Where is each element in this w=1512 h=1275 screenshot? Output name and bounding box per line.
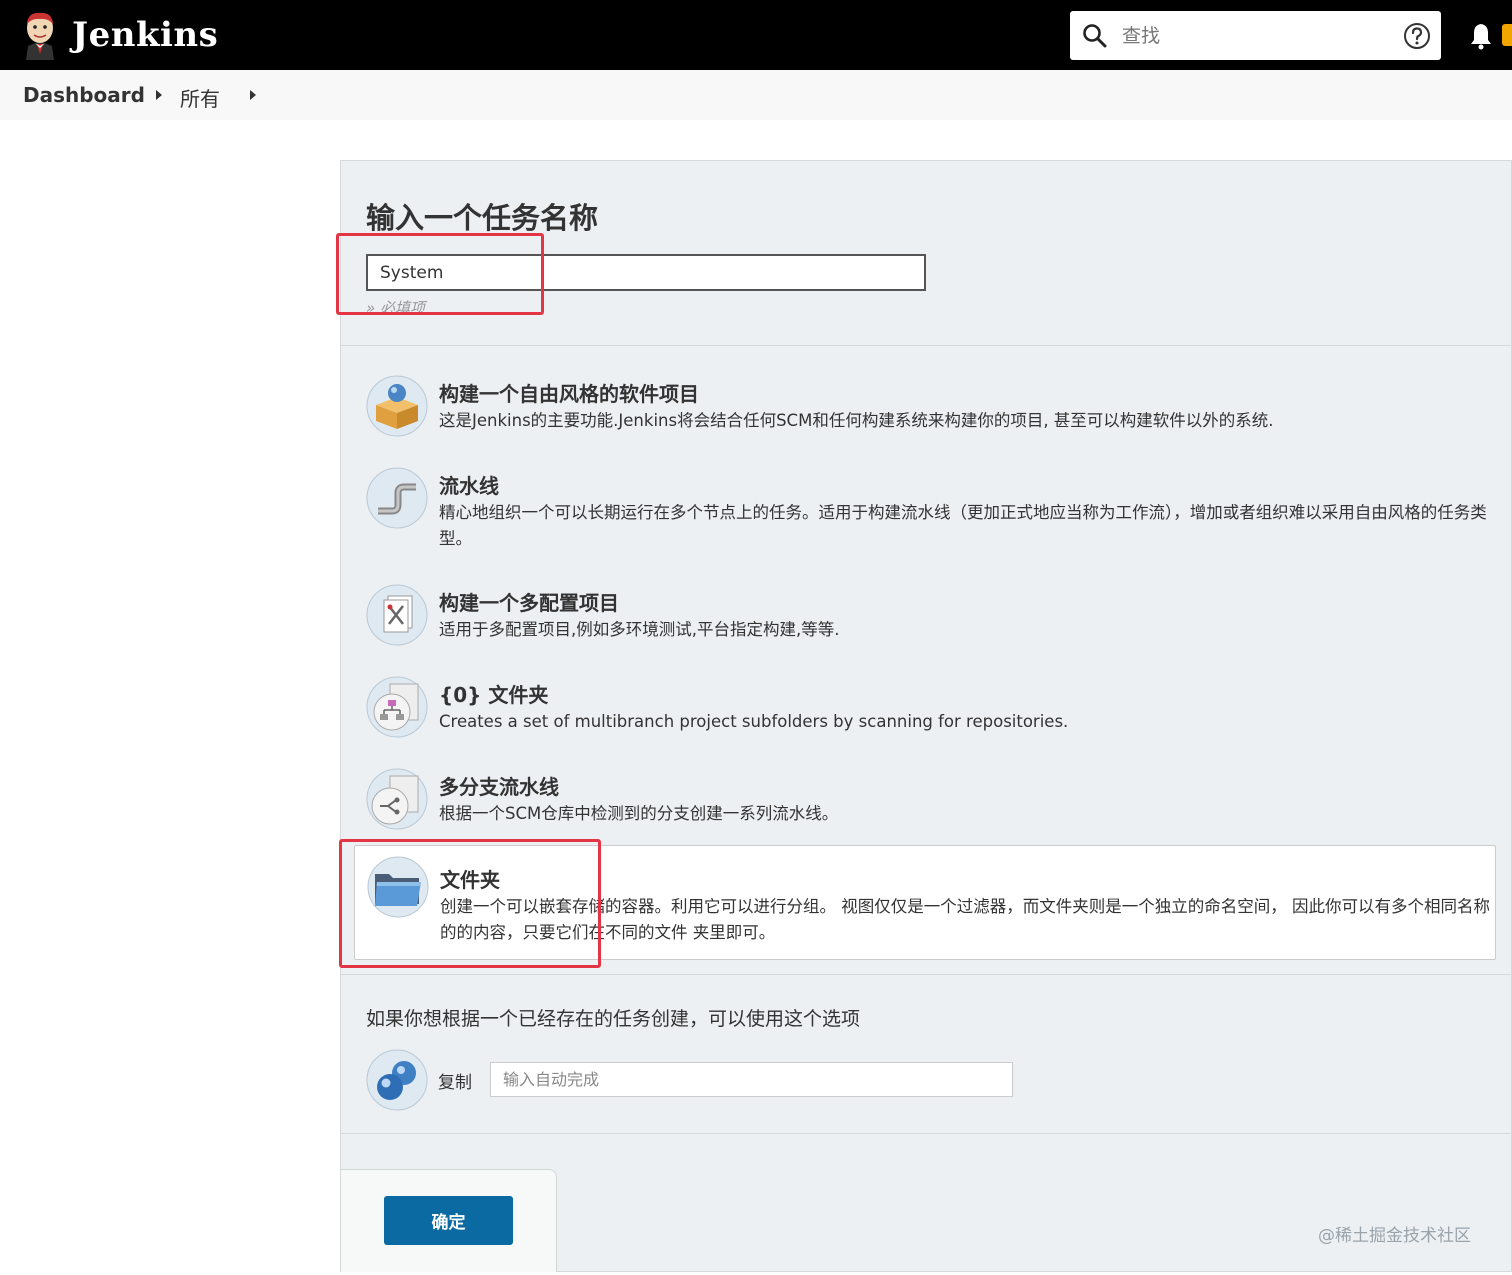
copy-label: 复制: [438, 1073, 472, 1093]
search-box: [1070, 11, 1441, 60]
highlight-annotation: [336, 233, 544, 315]
breadcrumb-dashboard[interactable]: Dashboard: [23, 83, 145, 107]
freestyle-package-icon: [366, 375, 428, 437]
pipeline-icon: [366, 467, 428, 529]
item-type-description: 精心地组织一个可以长期运行在多个节点上的任务。适用于构建流水线（更加正式地应当称…: [439, 503, 1487, 548]
copy-icon: [366, 1049, 428, 1111]
copy-from-input[interactable]: [490, 1062, 1013, 1097]
item-type-title: 流水线: [439, 474, 499, 498]
breadcrumb-all[interactable]: 所有: [180, 83, 220, 112]
notification-bell-icon[interactable]: [1468, 22, 1494, 50]
item-type-multi-config[interactable]: 构建一个多配置项目 适用于多配置项目,例如多环境测试,平台指定构建,等等.: [341, 581, 1512, 667]
breadcrumb-arrow-icon[interactable]: [156, 90, 162, 100]
breadcrumb: Dashboard 所有: [0, 70, 1512, 120]
top-bar: Jenkins: [0, 0, 1512, 70]
jenkins-logo-link[interactable]: Jenkins: [20, 10, 218, 60]
notification-badge[interactable]: [1502, 24, 1512, 46]
item-name-heading: 输入一个任务名称: [366, 201, 599, 235]
item-type-pipeline[interactable]: 流水线 精心地组织一个可以长期运行在多个节点上的任务。适用于构建流水线（更加正式…: [341, 464, 1512, 572]
item-type-organization-folder[interactable]: {0} 文件夹 Creates a set of multibranch pro…: [341, 673, 1512, 759]
item-type-description: 根据一个SCM仓库中检测到的分支创建一系列流水线。: [439, 804, 839, 823]
item-type-description: Creates a set of multibranch project sub…: [439, 712, 1069, 731]
search-icon: [1083, 24, 1107, 48]
ok-button[interactable]: 确定: [384, 1196, 513, 1245]
copy-heading: 如果你想根据一个已经存在的任务创建，可以使用这个选项: [366, 1008, 861, 1030]
item-type-title: 构建一个自由风格的软件项目: [439, 382, 699, 406]
multi-config-icon: [366, 584, 428, 646]
item-type-list: 构建一个自由风格的软件项目 这是Jenkins的主要功能.Jenkins将会结合…: [339, 347, 1512, 975]
item-type-description: 适用于多配置项目,例如多环境测试,平台指定构建,等等.: [439, 620, 840, 639]
org-folder-icon: [366, 676, 428, 738]
item-type-title: 构建一个多配置项目: [439, 591, 619, 615]
form-footer: 确定: [341, 1169, 557, 1272]
item-type-freestyle[interactable]: 构建一个自由风格的软件项目 这是Jenkins的主要功能.Jenkins将会结合…: [341, 372, 1512, 458]
copy-existing-section: 如果你想根据一个已经存在的任务创建，可以使用这个选项 复制: [341, 976, 1512, 1134]
item-name-section: 输入一个任务名称 » 必填项: [336, 161, 1512, 346]
item-type-title: {0} 文件夹: [439, 683, 549, 707]
watermark: @稀土掘金技术社区: [1318, 1226, 1471, 1246]
breadcrumb-arrow-icon[interactable]: [250, 90, 256, 100]
multibranch-icon: [366, 768, 428, 830]
item-type-description: 这是Jenkins的主要功能.Jenkins将会结合任何SCM和任何构建系统来构…: [439, 411, 1274, 430]
item-type-title: 多分支流水线: [439, 775, 559, 799]
app-title: Jenkins: [72, 15, 219, 55]
new-item-panel: 输入一个任务名称 » 必填项 构建一个自由风格的软件项目 这是Jenkins的主…: [336, 160, 1512, 1272]
help-icon[interactable]: [1403, 22, 1431, 50]
highlight-annotation: [339, 839, 601, 968]
jenkins-butler-icon: [26, 12, 54, 60]
search-input[interactable]: [1122, 20, 1392, 52]
